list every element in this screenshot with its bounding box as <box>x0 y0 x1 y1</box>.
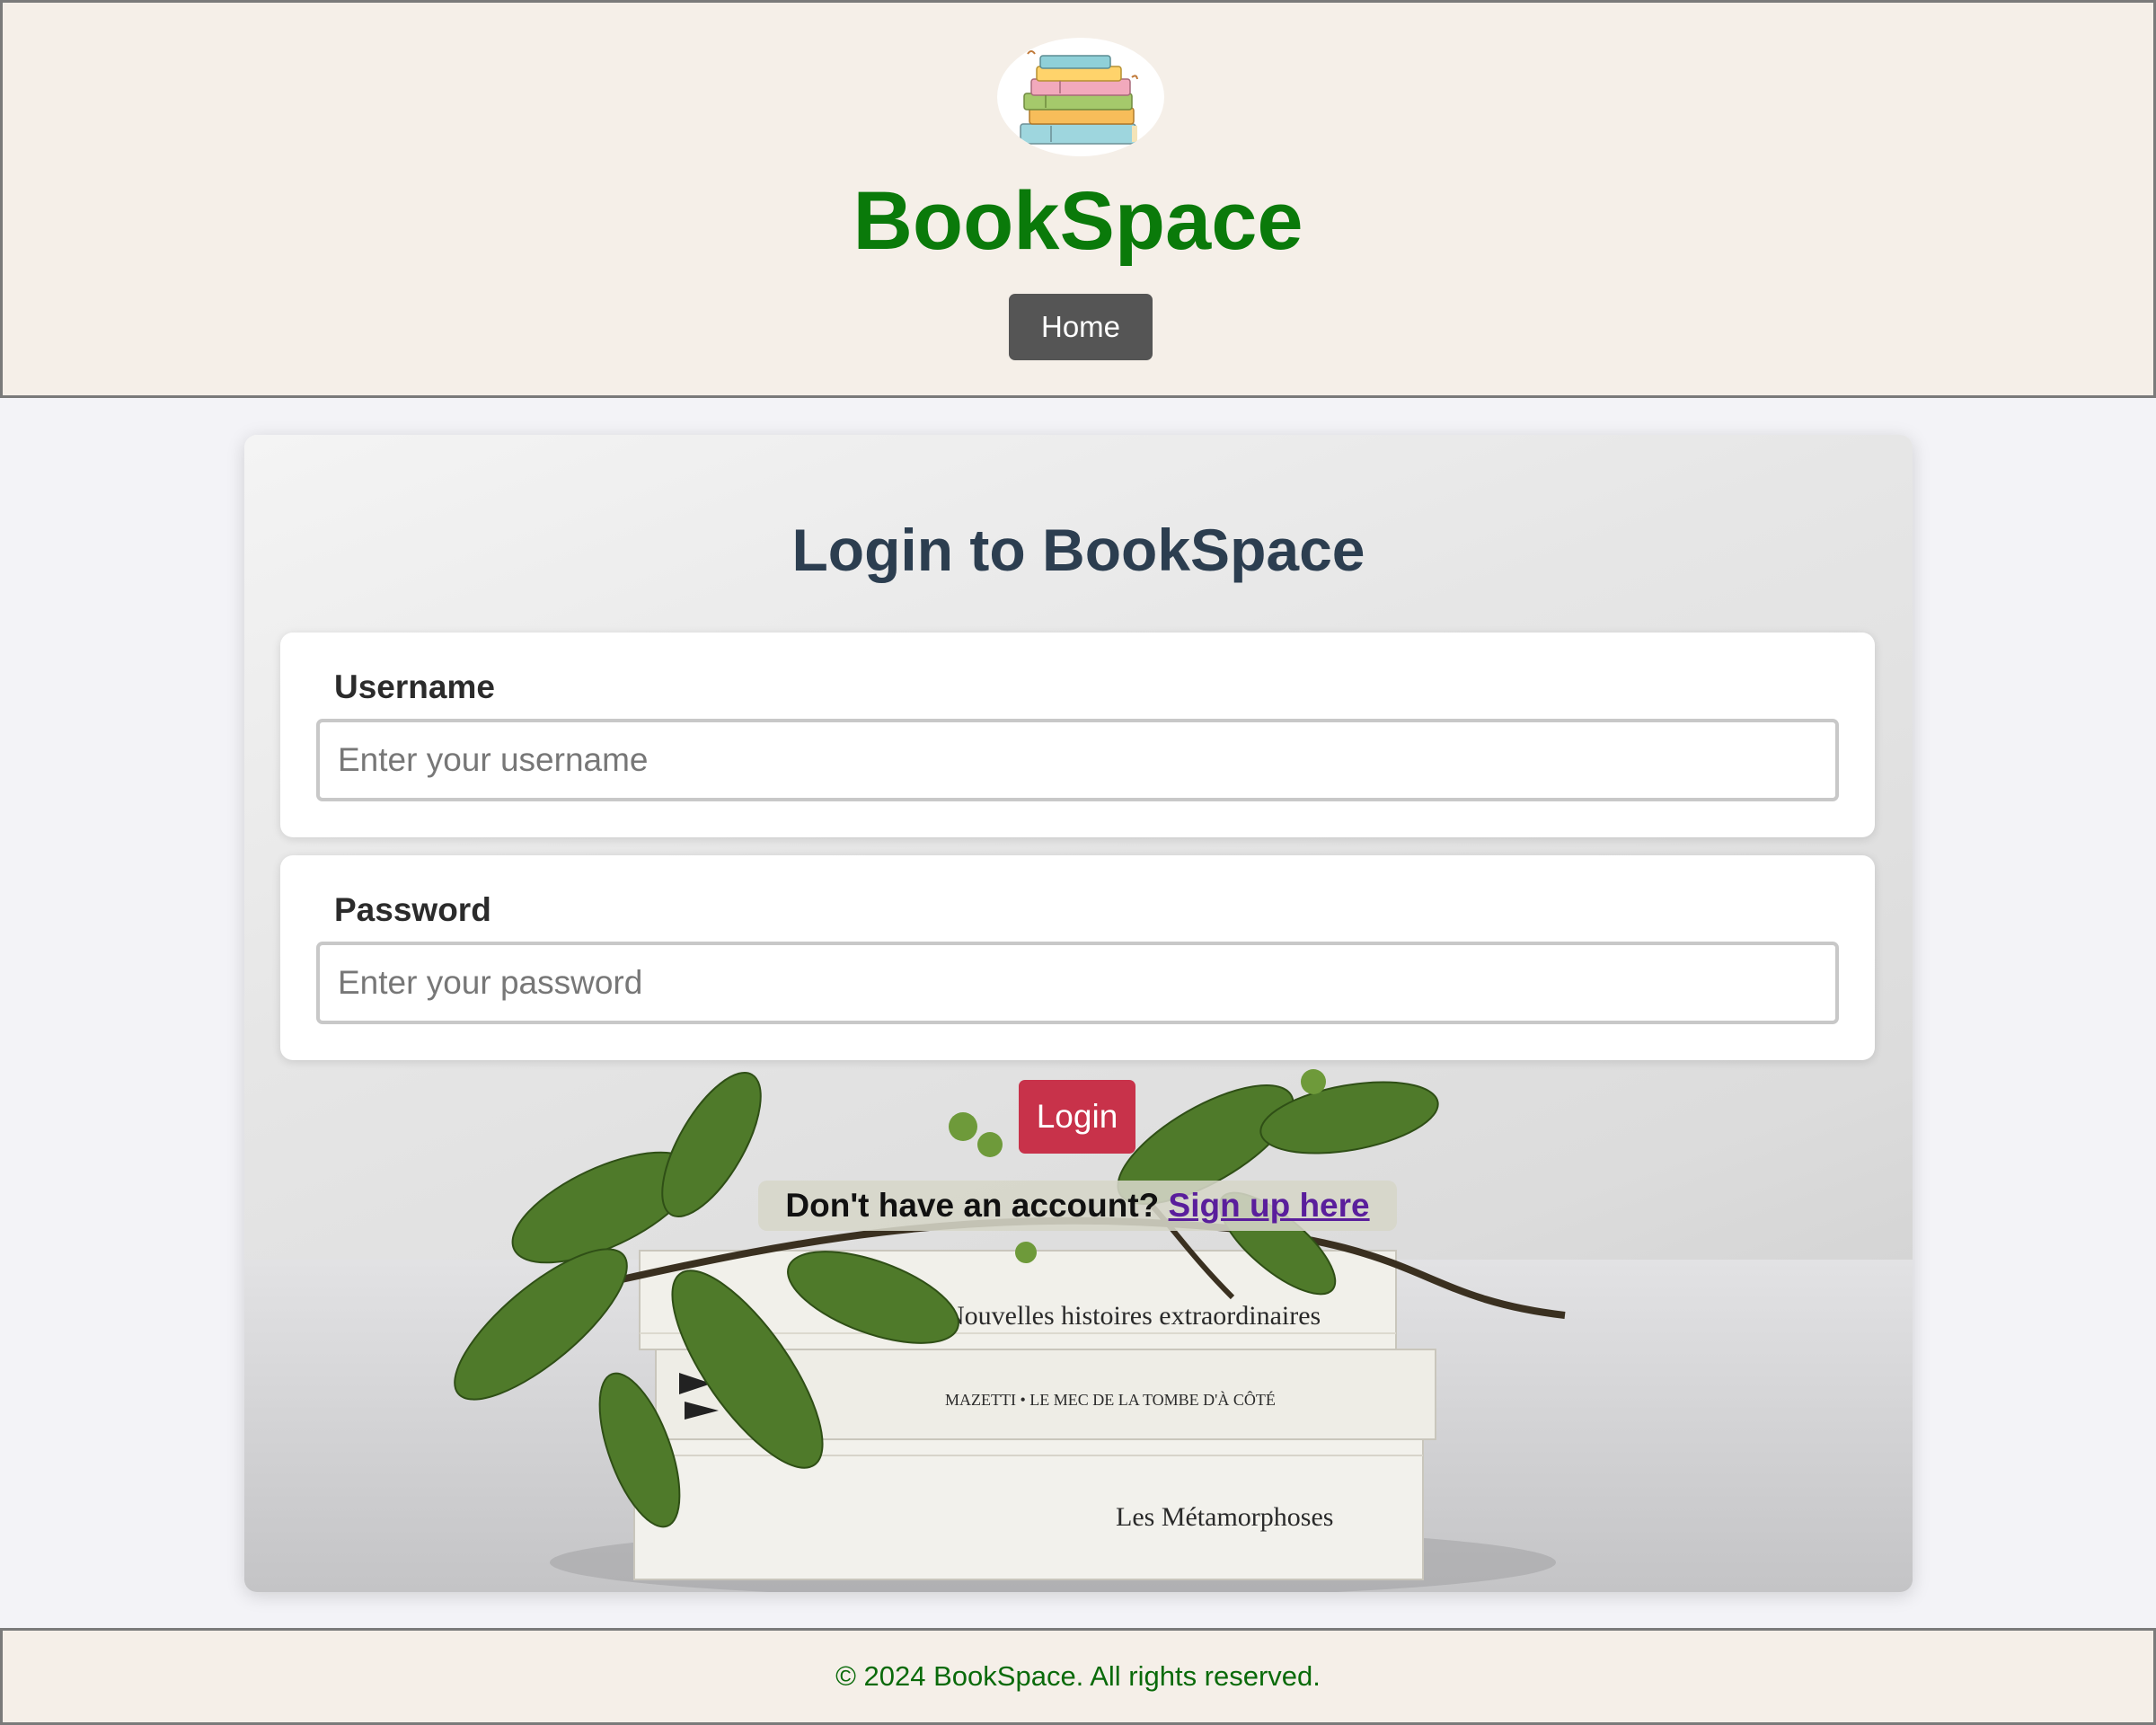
site-title: BookSpace <box>853 175 1303 267</box>
username-field-group: Username <box>280 632 1875 837</box>
home-button[interactable]: Home <box>1009 294 1153 360</box>
site-footer: © 2024 BookSpace. All rights reserved. <box>0 1628 2156 1725</box>
password-field-group: Password <box>280 855 1875 1060</box>
username-input[interactable] <box>316 719 1839 801</box>
login-button[interactable]: Login <box>1019 1080 1135 1154</box>
username-label: Username <box>334 668 495 705</box>
book-spine-title: Nouvelles histoires extraordinaires <box>945 1301 1321 1331</box>
site-header: BookSpace Home <box>0 0 2156 398</box>
signup-prompt: Don't have an account? <box>785 1187 1160 1224</box>
password-input[interactable] <box>316 942 1839 1024</box>
login-title: Login to BookSpace <box>791 517 1365 583</box>
signup-note: Don't have an account? Sign up here <box>758 1181 1397 1231</box>
login-card: Nouvelles histoires extraordinaires MAZE… <box>244 435 1913 1592</box>
book-spine-title: Les Métamorphoses <box>1116 1502 1333 1532</box>
signup-link[interactable]: Sign up here <box>1169 1187 1370 1224</box>
password-label: Password <box>334 891 491 928</box>
stacked-books-icon <box>1009 50 1138 145</box>
book-spine-title: MAZETTI • LE MEC DE LA TOMBE D'À CÔTÉ <box>945 1390 1276 1409</box>
logo[interactable] <box>997 38 1164 156</box>
footer-copyright: © 2024 BookSpace. All rights reserved. <box>835 1660 1321 1692</box>
